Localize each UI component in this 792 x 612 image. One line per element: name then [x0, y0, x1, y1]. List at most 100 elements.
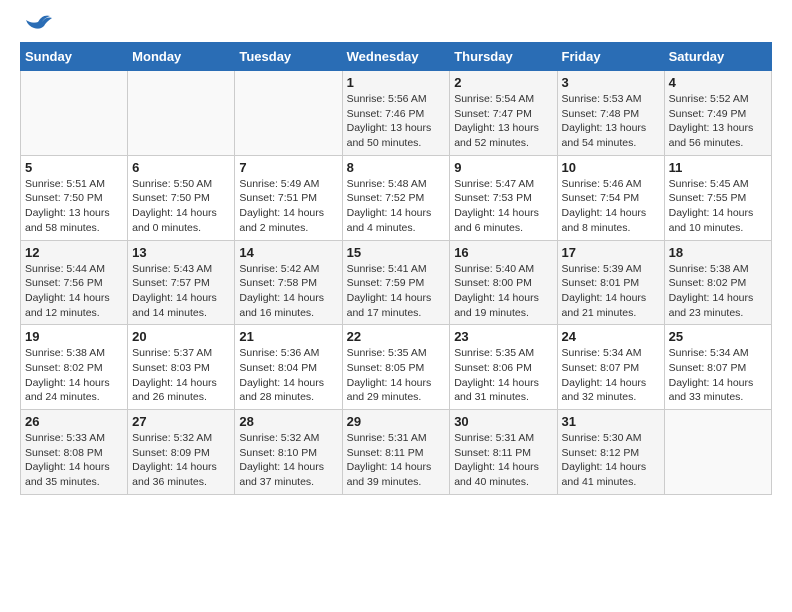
- calendar-cell: 23 Sunrise: 5:35 AM Sunset: 8:06 PM Dayli…: [450, 325, 557, 410]
- day-number: 12: [25, 245, 123, 260]
- calendar-cell: 7 Sunrise: 5:49 AM Sunset: 7:51 PM Daylig…: [235, 155, 342, 240]
- day-number: 16: [454, 245, 552, 260]
- calendar-cell: 20Sunrise: 5:37 AM Sunset: 8:03 PM Dayli…: [128, 325, 235, 410]
- day-info: Sunrise: 5:34 AM Sunset: 8:07 PM Dayligh…: [562, 346, 660, 405]
- calendar-cell: 6 Sunrise: 5:50 AM Sunset: 7:50 PM Daylig…: [128, 155, 235, 240]
- day-header-tuesday: Tuesday: [235, 43, 342, 71]
- day-info: Sunrise: 5:36 AM Sunset: 8:04 PM Dayligh…: [239, 346, 337, 405]
- calendar-cell: 18 Sunrise: 5:38 AM Sunset: 8:02 PM Dayli…: [664, 240, 771, 325]
- day-number: 22: [347, 329, 446, 344]
- day-number: 18: [669, 245, 767, 260]
- day-info: Sunrise: 5:32 AM Sunset: 8:10 PM Dayligh…: [239, 431, 337, 490]
- calendar-cell: [128, 71, 235, 156]
- day-info: Sunrise: 5:51 AM Sunset: 7:50 PM Dayligh…: [25, 177, 123, 236]
- day-number: 30: [454, 414, 552, 429]
- day-info: Sunrise: 5:35 AM Sunset: 8:05 PM Dayligh…: [347, 346, 446, 405]
- day-info: Sunrise: 5:45 AM Sunset: 7:55 PM Dayligh…: [669, 177, 767, 236]
- calendar-cell: 12 Sunrise: 5:44 AM Sunset: 7:56 PM Dayli…: [21, 240, 128, 325]
- calendar-cell: 10 Sunrise: 5:46 AM Sunset: 7:54 PM Dayli…: [557, 155, 664, 240]
- day-info: Sunrise: 5:43 AM Sunset: 7:57 PM Dayligh…: [132, 262, 230, 321]
- day-info: Sunrise: 5:52 AM Sunset: 7:49 PM Dayligh…: [669, 92, 767, 151]
- logo: [20, 20, 52, 32]
- calendar-cell: 24 Sunrise: 5:34 AM Sunset: 8:07 PM Dayli…: [557, 325, 664, 410]
- day-number: 2: [454, 75, 552, 90]
- day-info: Sunrise: 5:40 AM Sunset: 8:00 PM Dayligh…: [454, 262, 552, 321]
- day-number: 4: [669, 75, 767, 90]
- day-number: 6: [132, 160, 230, 175]
- calendar-cell: 4 Sunrise: 5:52 AM Sunset: 7:49 PM Daylig…: [664, 71, 771, 156]
- day-info: Sunrise: 5:47 AM Sunset: 7:53 PM Dayligh…: [454, 177, 552, 236]
- calendar-cell: 16 Sunrise: 5:40 AM Sunset: 8:00 PM Dayli…: [450, 240, 557, 325]
- page-header: [20, 20, 772, 32]
- calendar-cell: [664, 410, 771, 495]
- day-number: 31: [562, 414, 660, 429]
- day-number: 1: [347, 75, 446, 90]
- day-header-wednesday: Wednesday: [342, 43, 450, 71]
- day-number: 20: [132, 329, 230, 344]
- day-info: Sunrise: 5:46 AM Sunset: 7:54 PM Dayligh…: [562, 177, 660, 236]
- day-number: 17: [562, 245, 660, 260]
- day-header-friday: Friday: [557, 43, 664, 71]
- day-number: 5: [25, 160, 123, 175]
- day-info: Sunrise: 5:54 AM Sunset: 7:47 PM Dayligh…: [454, 92, 552, 151]
- day-number: 27: [132, 414, 230, 429]
- day-info: Sunrise: 5:53 AM Sunset: 7:48 PM Dayligh…: [562, 92, 660, 151]
- calendar-cell: 31 Sunrise: 5:30 AM Sunset: 8:12 PM Dayli…: [557, 410, 664, 495]
- day-header-monday: Monday: [128, 43, 235, 71]
- day-number: 26: [25, 414, 123, 429]
- day-info: Sunrise: 5:31 AM Sunset: 8:11 PM Dayligh…: [454, 431, 552, 490]
- day-info: Sunrise: 5:56 AM Sunset: 7:46 PM Dayligh…: [347, 92, 446, 151]
- calendar-cell: 15 Sunrise: 5:41 AM Sunset: 7:59 PM Dayli…: [342, 240, 450, 325]
- day-header-saturday: Saturday: [664, 43, 771, 71]
- day-number: 29: [347, 414, 446, 429]
- calendar-cell: 29 Sunrise: 5:31 AM Sunset: 8:11 PM Dayli…: [342, 410, 450, 495]
- day-number: 28: [239, 414, 337, 429]
- day-number: 13: [132, 245, 230, 260]
- day-number: 19: [25, 329, 123, 344]
- calendar-cell: 3Sunrise: 5:53 AM Sunset: 7:48 PM Daylig…: [557, 71, 664, 156]
- day-info: Sunrise: 5:44 AM Sunset: 7:56 PM Dayligh…: [25, 262, 123, 321]
- day-header-sunday: Sunday: [21, 43, 128, 71]
- day-number: 15: [347, 245, 446, 260]
- day-number: 9: [454, 160, 552, 175]
- calendar-cell: 13 Sunrise: 5:43 AM Sunset: 7:57 PM Dayli…: [128, 240, 235, 325]
- day-info: Sunrise: 5:31 AM Sunset: 8:11 PM Dayligh…: [347, 431, 446, 490]
- calendar-cell: 17 Sunrise: 5:39 AM Sunset: 8:01 PM Dayli…: [557, 240, 664, 325]
- calendar-cell: 27 Sunrise: 5:32 AM Sunset: 8:09 PM Dayli…: [128, 410, 235, 495]
- day-info: Sunrise: 5:39 AM Sunset: 8:01 PM Dayligh…: [562, 262, 660, 321]
- day-number: 11: [669, 160, 767, 175]
- day-number: 23: [454, 329, 552, 344]
- calendar-cell: 21 Sunrise: 5:36 AM Sunset: 8:04 PM Dayli…: [235, 325, 342, 410]
- day-info: Sunrise: 5:38 AM Sunset: 8:02 PM Dayligh…: [669, 262, 767, 321]
- calendar-cell: [21, 71, 128, 156]
- day-number: 24: [562, 329, 660, 344]
- day-info: Sunrise: 5:30 AM Sunset: 8:12 PM Dayligh…: [562, 431, 660, 490]
- day-number: 21: [239, 329, 337, 344]
- day-number: 10: [562, 160, 660, 175]
- day-info: Sunrise: 5:42 AM Sunset: 7:58 PM Dayligh…: [239, 262, 337, 321]
- day-number: 7: [239, 160, 337, 175]
- logo-bird-icon: [24, 12, 52, 32]
- calendar-cell: 8Sunrise: 5:48 AM Sunset: 7:52 PM Daylig…: [342, 155, 450, 240]
- calendar-cell: [235, 71, 342, 156]
- calendar-cell: 19 Sunrise: 5:38 AM Sunset: 8:02 PM Dayli…: [21, 325, 128, 410]
- day-info: Sunrise: 5:38 AM Sunset: 8:02 PM Dayligh…: [25, 346, 123, 405]
- calendar-cell: 5 Sunrise: 5:51 AM Sunset: 7:50 PM Daylig…: [21, 155, 128, 240]
- day-info: Sunrise: 5:50 AM Sunset: 7:50 PM Dayligh…: [132, 177, 230, 236]
- calendar-cell: 11 Sunrise: 5:45 AM Sunset: 7:55 PM Dayli…: [664, 155, 771, 240]
- calendar-cell: 14Sunrise: 5:42 AM Sunset: 7:58 PM Dayli…: [235, 240, 342, 325]
- calendar-cell: 1 Sunrise: 5:56 AM Sunset: 7:46 PM Daylig…: [342, 71, 450, 156]
- day-info: Sunrise: 5:49 AM Sunset: 7:51 PM Dayligh…: [239, 177, 337, 236]
- calendar-cell: 22 Sunrise: 5:35 AM Sunset: 8:05 PM Dayli…: [342, 325, 450, 410]
- calendar-cell: 28 Sunrise: 5:32 AM Sunset: 8:10 PM Dayli…: [235, 410, 342, 495]
- calendar-table: SundayMondayTuesdayWednesdayThursdayFrid…: [20, 42, 772, 495]
- calendar-cell: 9 Sunrise: 5:47 AM Sunset: 7:53 PM Daylig…: [450, 155, 557, 240]
- day-info: Sunrise: 5:35 AM Sunset: 8:06 PM Dayligh…: [454, 346, 552, 405]
- calendar-cell: 2 Sunrise: 5:54 AM Sunset: 7:47 PM Daylig…: [450, 71, 557, 156]
- calendar-cell: 25Sunrise: 5:34 AM Sunset: 8:07 PM Dayli…: [664, 325, 771, 410]
- day-info: Sunrise: 5:34 AM Sunset: 8:07 PM Dayligh…: [669, 346, 767, 405]
- day-info: Sunrise: 5:48 AM Sunset: 7:52 PM Dayligh…: [347, 177, 446, 236]
- day-info: Sunrise: 5:32 AM Sunset: 8:09 PM Dayligh…: [132, 431, 230, 490]
- day-info: Sunrise: 5:41 AM Sunset: 7:59 PM Dayligh…: [347, 262, 446, 321]
- day-info: Sunrise: 5:33 AM Sunset: 8:08 PM Dayligh…: [25, 431, 123, 490]
